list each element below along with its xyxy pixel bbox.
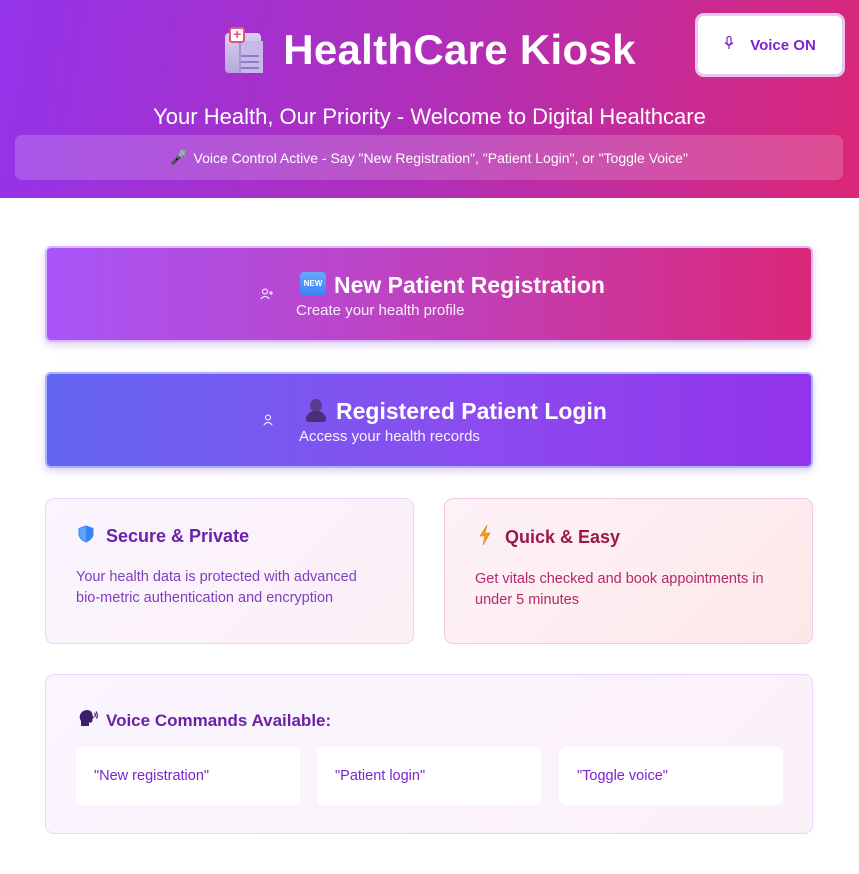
secure-card-text: Your health data is protected with advan… [76,569,357,606]
secure-private-card: Secure & Private Your health data is pro… [45,498,414,644]
microphone-icon [724,35,734,54]
voice-command-chip: "Toggle voice" [559,747,783,805]
speaking-head-icon [78,709,98,732]
microphone-icon: 🎤 [170,149,188,165]
voice-toggle-label: Voice ON [750,36,816,54]
header: + HealthCare Kiosk Voice ON Your Health,… [0,0,859,198]
lightning-icon [475,524,495,550]
registration-subtitle: Create your health profile [296,302,465,319]
quick-easy-card: Quick & Easy Get vitals checked and book… [444,498,813,644]
voice-commands-panel: Voice Commands Available: "New registrat… [45,674,813,834]
login-subtitle: Access your health records [299,428,480,445]
voice-command-chip: "New registration" [76,747,300,805]
quick-card-title: Quick & Easy [475,524,782,550]
registration-label: New Patient Registration [334,272,605,298]
app-title: HealthCare Kiosk [283,26,636,73]
page-subtitle: Your Health, Our Priority - Welcome to D… [153,104,706,129]
voice-command-chip: "Patient login" [317,747,541,805]
registered-patient-login-button[interactable]: Registered Patient Login Access your hea… [45,372,813,468]
login-label: Registered Patient Login [336,398,607,424]
voice-toggle-button[interactable]: Voice ON [695,13,845,77]
user-plus-icon [260,288,274,303]
secure-card-title: Secure & Private [76,525,383,548]
new-badge-icon: NEW [300,272,326,296]
voice-status-banner: 🎤 Voice Control Active - Say "New Regist… [15,135,843,180]
patient-silhouette-icon [303,398,329,422]
quick-card-text: Get vitals checked and book appointments… [475,571,764,608]
voice-commands-title: Voice Commands Available: [78,709,331,732]
new-patient-registration-button[interactable]: NEW New Patient Registration Create your… [45,246,813,342]
hospital-icon: + [223,27,265,73]
shield-icon [76,525,96,548]
user-icon [263,414,273,429]
voice-status-text: Voice Control Active - Say "New Registra… [193,149,688,166]
